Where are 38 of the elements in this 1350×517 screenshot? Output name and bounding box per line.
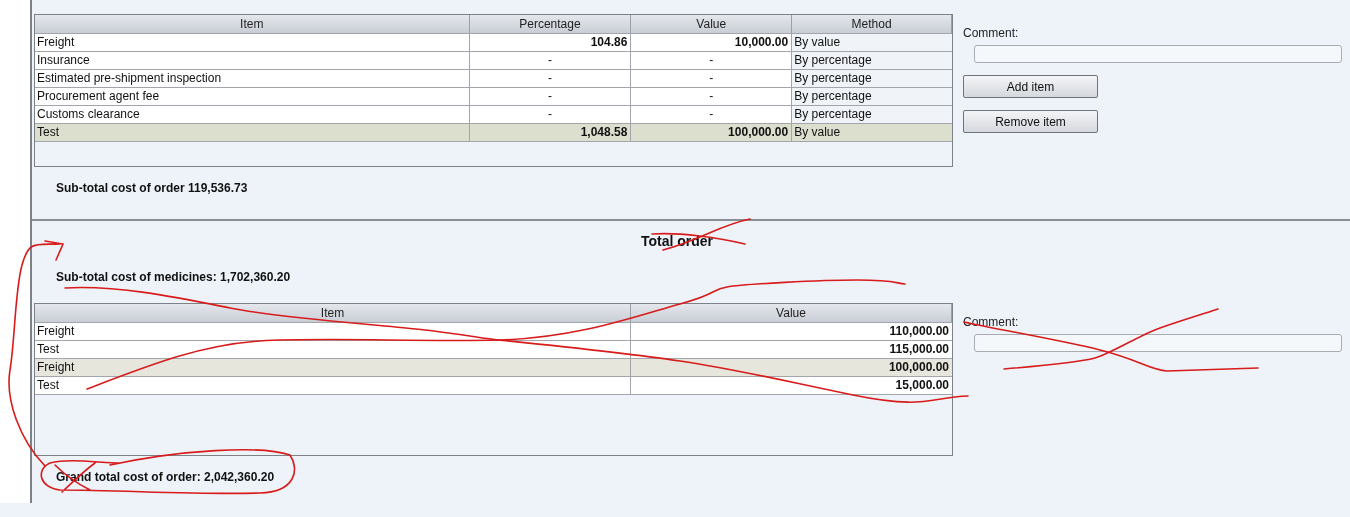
column-header[interactable]: Value [631, 15, 793, 33]
table-cell-text: 100,000.00 [887, 359, 950, 376]
table-cell-text: By value [793, 124, 842, 141]
table-cell: By percentage [792, 70, 952, 87]
column-header[interactable]: Item [35, 15, 470, 33]
table-row[interactable]: Test 1,048.58 100,000.00 By value [35, 123, 952, 141]
subtotal-text: Sub-total cost of order 119,536.73 [56, 180, 249, 197]
table-row[interactable]: Test 115,000.00 [35, 340, 952, 358]
table-cell-text: 110,000.00 [888, 323, 950, 340]
table-cell: By percentage [792, 106, 952, 123]
table-cell: 100,000.00 [631, 124, 793, 141]
table-cell: By percentage [792, 88, 952, 105]
table-row[interactable]: Procurement agent fee - - By percentage [35, 87, 952, 105]
column-header[interactable]: Percentage [469, 15, 632, 33]
table-cell: Test [35, 377, 631, 394]
action-button[interactable]: Add item [963, 75, 1098, 98]
table-cell: By percentage [792, 52, 952, 69]
table-row[interactable]: Freight 100,000.00 [35, 358, 952, 376]
column-header[interactable]: Method [792, 15, 952, 33]
table-row[interactable]: Insurance - - By percentage [35, 51, 952, 69]
table-cell: By value [792, 34, 952, 51]
table-cell: Test [35, 124, 470, 141]
table-row[interactable]: Customs clearance - - By percentage [35, 105, 952, 123]
table-cell-text: 115,000.00 [888, 341, 950, 358]
column-header[interactable]: Item [35, 304, 631, 322]
comment-label: Comment: [963, 315, 1020, 329]
table-row[interactable]: Freight 104.86 10,000.00 By value [35, 33, 952, 51]
table-row[interactable]: Freight 110,000.00 [35, 322, 952, 340]
comment-field[interactable] [974, 334, 1342, 352]
table-cell-text: 15,000.00 [894, 377, 950, 394]
table-row[interactable]: Test 15,000.00 [35, 376, 952, 394]
action-button[interactable]: Remove item [963, 110, 1098, 133]
table-row[interactable]: Estimated pre-shipment inspection - - By percentage [35, 69, 952, 87]
column-header[interactable]: Value [631, 304, 952, 322]
subtotal-text: Sub-total cost of medicines: 1,702,360.20 [56, 269, 292, 286]
table-cell: 1,048.58 [469, 124, 632, 141]
comment-label: Comment: [963, 26, 1020, 40]
comment-field[interactable] [974, 45, 1342, 63]
